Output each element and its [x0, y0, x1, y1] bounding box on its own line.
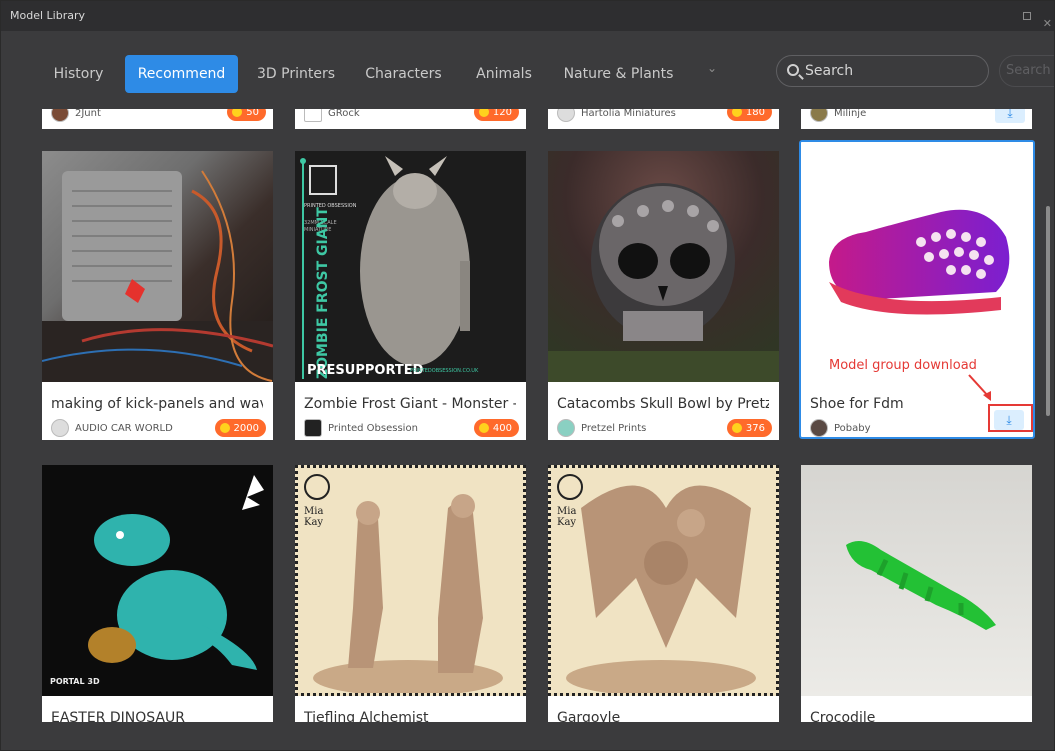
model-card[interactable]: 2Junt 50 [42, 109, 273, 129]
coin-icon [219, 423, 230, 433]
model-grid: 2Junt 50 GRock 120 Hartolia Miniatures 1… [1, 109, 1041, 722]
model-thumbnail [801, 465, 1032, 696]
author-name: Pretzel Prints [581, 422, 647, 434]
chevron-down-icon[interactable]: ⌄ [707, 61, 723, 77]
avatar [304, 419, 322, 437]
tab-characters[interactable]: Characters [361, 55, 446, 93]
tab-animals[interactable]: Animals [469, 55, 539, 93]
avatar [557, 109, 575, 122]
points-badge: 400 [473, 419, 519, 437]
coin-icon [731, 423, 742, 433]
portal-logo: PORTAL 3D [50, 677, 100, 686]
tab-recommend[interactable]: Recommend [125, 55, 238, 93]
window-title: Model Library [10, 9, 85, 22]
avatar [810, 419, 828, 437]
download-icon[interactable]: ⤓ [995, 109, 1025, 123]
avatar [304, 109, 322, 122]
model-title: EASTER DINOSAUR [51, 710, 185, 722]
model-card[interactable]: Milinje ⤓ [801, 109, 1032, 129]
model-title: making of kick-panels and wave… [51, 396, 263, 412]
avatar [51, 109, 69, 122]
points-value: 50 [246, 109, 259, 118]
search-icon [787, 64, 799, 76]
tab-3d-printers[interactable]: 3D Printers [251, 55, 341, 93]
annotation-label: Model group download [829, 358, 977, 373]
model-card[interactable]: PORTAL 3D EASTER DINOSAUR [42, 465, 273, 722]
avatar [557, 419, 575, 437]
brand-logo [309, 165, 337, 195]
scrollbar-thumb[interactable] [1046, 206, 1050, 416]
tab-history[interactable]: History [41, 55, 116, 93]
points-value: 120 [492, 109, 512, 118]
points-badge: 180 [726, 109, 772, 121]
category-nav: History Recommend 3D Printers Characters… [1, 31, 1054, 109]
brand-name: PRINTED OBSESSION [304, 203, 357, 209]
author-name: 2Junt [75, 109, 101, 119]
mia-kay-label: Mia Kay [557, 506, 577, 528]
model-thumbnail: Mia Kay [548, 465, 779, 696]
points-value: 400 [492, 422, 512, 434]
author-name: GRock [328, 109, 360, 119]
close-icon[interactable]: ✕ [1043, 9, 1052, 31]
presupported-label: PRESUPPORTED [307, 363, 424, 378]
coin-icon [478, 109, 489, 117]
coin-icon [478, 423, 489, 433]
model-card[interactable]: Crocodile [801, 465, 1032, 722]
model-title: Crocodile [810, 710, 876, 722]
annotation-highlight-box [988, 404, 1033, 432]
coin-icon [731, 109, 742, 117]
model-thumbnail [548, 151, 779, 382]
brand-emblem-icon [557, 474, 583, 500]
model-thumbnail: PORTAL 3D [42, 465, 273, 696]
points-value: 2000 [233, 422, 259, 434]
maximize-icon[interactable] [1022, 12, 1031, 20]
model-thumbnail [42, 151, 273, 382]
points-badge: 2000 [214, 419, 266, 437]
model-card[interactable]: Mia Kay Tiefling Alchemist [295, 465, 526, 722]
points-value: 180 [745, 109, 765, 118]
model-title: Catacombs Skull Bowl by Pretzel … [557, 396, 769, 412]
model-title: Zombie Frost Giant - Monster - P… [304, 396, 516, 412]
model-card[interactable]: GRock 120 [295, 109, 526, 129]
scale-label: 32MM SCALE MINIATURE [304, 220, 337, 233]
search-input[interactable] [805, 61, 980, 81]
avatar [51, 419, 69, 437]
site-label: PRINTEDOBSESSION.CO.UK [410, 368, 479, 374]
author-name: Hartolia Miniatures [581, 109, 676, 119]
annotation-arrow-icon [968, 374, 991, 401]
author-name: AUDIO CAR WORLD [75, 422, 173, 434]
model-thumbnail: Mia Kay [295, 465, 526, 696]
coin-icon [232, 109, 243, 117]
side-text: ZOMBIE FROST GIANT [315, 207, 331, 379]
model-card[interactable]: Catacombs Skull Bowl by Pretzel … Pretze… [548, 151, 779, 440]
mia-kay-label: Mia Kay [304, 506, 324, 528]
points-badge: 120 [473, 109, 519, 121]
model-thumbnail [801, 142, 1033, 382]
title-bar: Model Library ✕ [1, 1, 1054, 31]
author-name: Milinje [834, 109, 867, 119]
author-name: Pobaby [834, 422, 871, 434]
points-badge: 376 [726, 419, 772, 437]
model-library-window: Model Library ✕ History Recommend 3D Pri… [0, 0, 1055, 751]
model-thumbnail: PRINTED OBSESSION 32MM SCALE MINIATURE Z… [295, 151, 526, 382]
points-value: 376 [745, 422, 765, 434]
tab-nature-plants[interactable]: Nature & Plants [561, 55, 676, 93]
points-badge: 50 [227, 109, 266, 121]
author-name: Printed Obsession [328, 422, 418, 434]
model-card[interactable]: Hartolia Miniatures 180 [548, 109, 779, 129]
model-title: Gargoyle [557, 710, 621, 722]
search-box[interactable] [776, 55, 989, 87]
avatar [810, 109, 828, 122]
search-button[interactable]: Search [999, 55, 1054, 87]
model-card[interactable]: PRINTED OBSESSION 32MM SCALE MINIATURE Z… [295, 151, 526, 440]
model-card[interactable]: making of kick-panels and wave… AUDIO CA… [42, 151, 273, 440]
model-card[interactable]: Mia Kay Gargoyle [548, 465, 779, 722]
model-title: Tiefling Alchemist [304, 710, 429, 722]
brand-emblem-icon [304, 474, 330, 500]
model-card-selected[interactable]: Shoe for Fdm Pobaby ⤓ [799, 140, 1035, 439]
